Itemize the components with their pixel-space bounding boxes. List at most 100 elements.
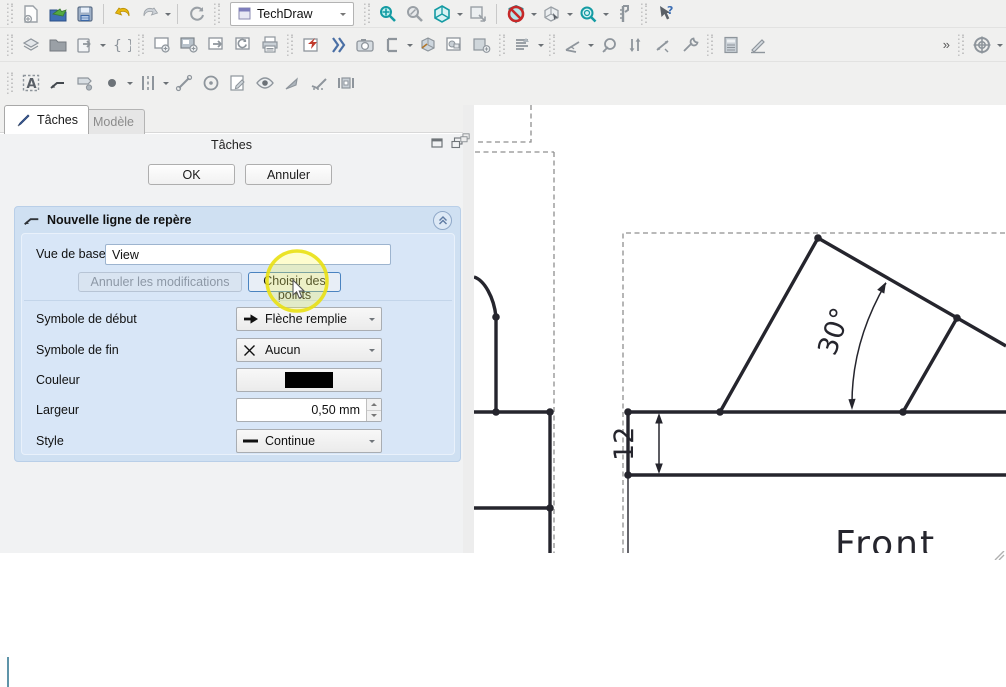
toolbar-overflow-chevron[interactable]: » (939, 37, 954, 52)
select-view-icon[interactable] (538, 1, 565, 27)
dock-view-icon[interactable] (464, 1, 491, 27)
end-symbol-select[interactable]: Aucun (236, 338, 382, 362)
export-page-caret[interactable] (98, 32, 107, 58)
zoom-selection-icon[interactable] (574, 1, 601, 27)
toolbar-drag-handle[interactable] (7, 34, 13, 56)
target-dimension-icon[interactable] (968, 32, 995, 58)
leader-line-icon[interactable] (44, 70, 71, 96)
dimension-angle-icon[interactable] (559, 32, 586, 58)
measure-icon[interactable] (610, 1, 637, 27)
pick-points-button[interactable]: Choisir des points (248, 272, 341, 292)
toolbar-drag-handle[interactable] (958, 34, 964, 56)
annotation-icon[interactable]: A (17, 70, 44, 96)
pencil-edit-icon[interactable] (744, 32, 771, 58)
undo-icon[interactable] (109, 1, 136, 27)
new-document-icon[interactable] (17, 1, 44, 27)
show-hide-icon[interactable] (251, 70, 278, 96)
projection-group-icon[interactable] (324, 32, 351, 58)
base-view-input[interactable] (105, 244, 391, 265)
new-page-template-icon[interactable] (175, 32, 202, 58)
decorate-page-icon[interactable] (224, 70, 251, 96)
direction-arrow-icon[interactable] (278, 70, 305, 96)
cancel-button[interactable]: Annuler (245, 164, 332, 185)
style-select[interactable]: Continue (236, 429, 382, 453)
redo-menu-caret[interactable] (163, 1, 172, 27)
toolbar-drag-handle[interactable] (7, 3, 13, 25)
target-dimension-caret[interactable] (995, 32, 1004, 58)
redraw-page-icon[interactable] (202, 32, 229, 58)
save-icon[interactable] (71, 1, 98, 27)
radius-dimension-icon[interactable] (595, 32, 622, 58)
export-page-icon[interactable] (71, 32, 98, 58)
color-button[interactable] (236, 368, 382, 392)
minimize-panel-icon[interactable] (431, 137, 443, 149)
detail-view-icon[interactable] (414, 32, 441, 58)
section-view-icon[interactable] (378, 32, 405, 58)
redo-icon[interactable] (136, 1, 163, 27)
symbol-insert-icon[interactable] (468, 32, 495, 58)
discard-changes-button[interactable]: Annuler les modifications (78, 272, 242, 292)
ok-button[interactable]: OK (148, 164, 235, 185)
cosmetic-line-icon[interactable] (170, 70, 197, 96)
customize-format-icon[interactable] (717, 32, 744, 58)
panel-splitter[interactable] (463, 105, 474, 553)
select-view-caret[interactable] (565, 1, 574, 27)
zoom-box-icon[interactable] (401, 1, 428, 27)
axonometric-menu-caret[interactable] (455, 1, 464, 27)
surface-finish-icon[interactable] (332, 70, 359, 96)
rich-annotation-icon[interactable] (71, 70, 98, 96)
zoom-selection-caret[interactable] (601, 1, 610, 27)
spin-buttons[interactable] (366, 399, 381, 421)
repair-dimension-icon[interactable] (676, 32, 703, 58)
cosmetic-vertex-icon[interactable] (98, 70, 125, 96)
dimension-angle-caret[interactable] (586, 32, 595, 58)
update-page-icon[interactable] (229, 32, 256, 58)
stack-order-caret[interactable] (536, 32, 545, 58)
active-view-icon[interactable] (351, 32, 378, 58)
draw-style-icon[interactable] (502, 1, 529, 27)
braces-icon[interactable]: { } (107, 32, 134, 58)
section-view-caret[interactable] (405, 32, 414, 58)
centerline-caret[interactable] (161, 70, 170, 96)
techdraw-page[interactable]: 12 30° Front (474, 105, 1006, 553)
open-document-icon[interactable] (44, 1, 71, 27)
print-icon[interactable] (256, 32, 283, 58)
toolbar-drag-handle[interactable] (364, 3, 370, 25)
toolbar-drag-handle[interactable] (499, 34, 505, 56)
draw-style-caret[interactable] (529, 1, 538, 27)
spin-down-icon[interactable] (367, 411, 381, 422)
folder-icon[interactable] (44, 32, 71, 58)
axonometric-view-icon[interactable] (428, 1, 455, 27)
cosmetic-vertex-caret[interactable] (125, 70, 134, 96)
tab-tasks[interactable]: Tâches (4, 105, 89, 134)
tab-model[interactable]: Modèle (82, 109, 145, 134)
spin-up-icon[interactable] (367, 399, 381, 411)
toolbar-drag-handle[interactable] (214, 3, 220, 25)
weld-symbol-icon[interactable] (305, 70, 332, 96)
flip-dimension-icon[interactable] (622, 32, 649, 58)
length-dimension[interactable]: 12 (609, 413, 663, 474)
center-mark-icon[interactable] (197, 70, 224, 96)
toolbar-drag-handle[interactable] (7, 72, 13, 94)
angle-dimension[interactable]: 30° (812, 282, 886, 410)
resize-grip-icon[interactable] (993, 551, 1005, 560)
toolbar-drag-handle[interactable] (287, 34, 293, 56)
toolbar-drag-handle[interactable] (707, 34, 713, 56)
whats-this-icon[interactable]: ? (651, 1, 678, 27)
fit-all-icon[interactable] (374, 1, 401, 27)
drawing-area[interactable]: 12 30° Front (474, 105, 1006, 553)
new-page-default-icon[interactable] (148, 32, 175, 58)
pages-icon[interactable] (17, 32, 44, 58)
collapse-icon[interactable] (433, 211, 452, 230)
start-symbol-select[interactable]: Flèche remplie (236, 307, 382, 331)
refresh-icon[interactable] (183, 1, 210, 27)
workbench-selector[interactable]: TechDraw (230, 2, 354, 26)
centerline-icon[interactable] (134, 70, 161, 96)
insert-view-icon[interactable] (297, 32, 324, 58)
toolbar-drag-handle[interactable] (641, 3, 647, 25)
width-spinbox[interactable]: 0,50 mm (236, 398, 382, 422)
toolbar-drag-handle[interactable] (138, 34, 144, 56)
toolbar-drag-handle[interactable] (549, 34, 555, 56)
draft-view-icon[interactable] (441, 32, 468, 58)
landmark-dimension-icon[interactable] (649, 32, 676, 58)
